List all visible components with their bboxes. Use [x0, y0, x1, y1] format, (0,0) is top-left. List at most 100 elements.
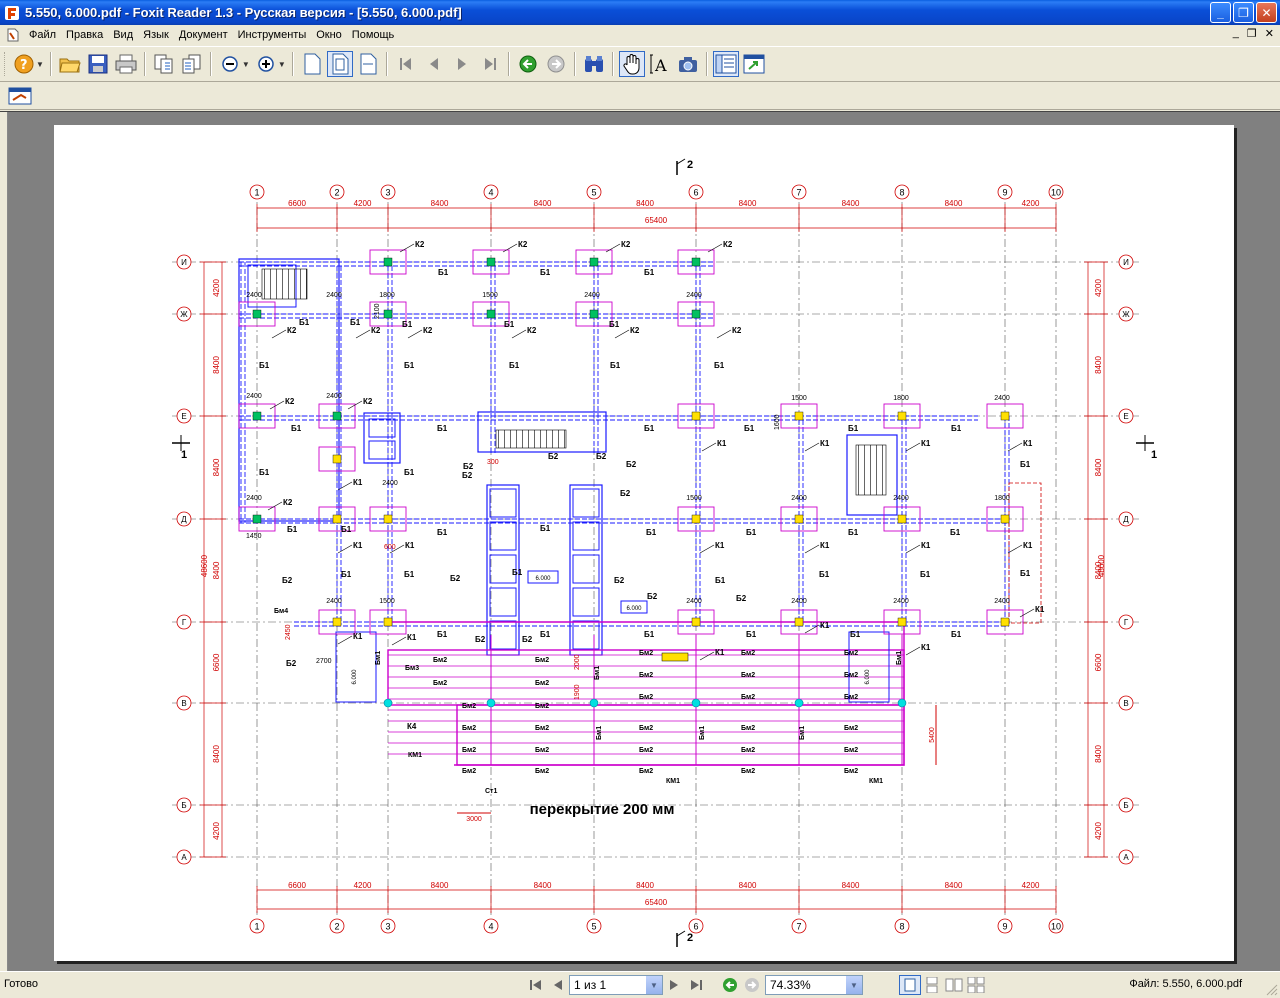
menu-view[interactable]: Вид	[108, 29, 138, 41]
span-dimension: 4200	[354, 881, 372, 890]
leader-line	[716, 329, 732, 339]
row-dimension: 8400	[212, 356, 221, 374]
menu-file[interactable]: Файл	[24, 29, 61, 41]
toolbar-grip[interactable]	[4, 52, 7, 76]
status-forward-button[interactable]	[741, 975, 763, 995]
column-k1	[897, 411, 907, 421]
beam-label-b1: Б1	[644, 630, 655, 639]
open-button[interactable]	[57, 51, 83, 77]
menu-language[interactable]: Язык	[138, 29, 174, 41]
zoom-out-dropdown-icon[interactable]: ▼	[242, 60, 250, 69]
help-dropdown-icon[interactable]: ▼	[36, 60, 44, 69]
panel-splitter[interactable]	[0, 112, 8, 972]
zoom-combo-dropdown-icon[interactable]: ▼	[846, 976, 862, 994]
axis-number: 5	[591, 922, 596, 932]
save-button[interactable]	[85, 51, 111, 77]
beam-label-b1: Б1	[644, 424, 655, 433]
close-button[interactable]: ✕	[1256, 2, 1277, 23]
beam-label-bm2: Бм2	[535, 703, 549, 710]
beam-label-b2: Б2	[475, 635, 486, 644]
first-page-button[interactable]	[393, 51, 419, 77]
zoom-in-dropdown-icon[interactable]: ▼	[278, 60, 286, 69]
snapshot-button[interactable]	[675, 51, 701, 77]
beam-label-b2: Б2	[620, 489, 631, 498]
zoom-in-button[interactable]	[253, 51, 279, 77]
beam-label-bm2: Бм2	[741, 672, 755, 679]
status-last-page-button[interactable]	[685, 975, 707, 995]
column-k2	[383, 309, 393, 319]
bookmarks-panel-button[interactable]	[712, 51, 739, 77]
fit-width-button[interactable]	[355, 51, 381, 77]
column-k2	[383, 257, 393, 267]
resize-grip-icon[interactable]	[1266, 984, 1278, 996]
lift-car	[489, 587, 517, 617]
column-k4	[691, 698, 701, 708]
row-dimension: 4200	[212, 279, 221, 297]
page-number-combo[interactable]: 1 из 1 ▼	[569, 975, 663, 995]
full-screen-button[interactable]	[741, 51, 767, 77]
column-label-k4: К4	[407, 722, 417, 731]
document-icon[interactable]	[6, 28, 20, 42]
beam-label-b1: Б1	[259, 468, 270, 477]
facing-layout-button[interactable]	[943, 975, 965, 995]
zoom-in-icon	[258, 56, 274, 72]
column-label-k2: К2	[415, 240, 425, 249]
lift-car	[489, 521, 517, 551]
menu-help[interactable]: Помощь	[347, 29, 400, 41]
hand-icon	[623, 54, 640, 75]
fit-page-button[interactable]	[326, 51, 353, 77]
last-page-button[interactable]	[477, 51, 503, 77]
doc-close-button[interactable]: ✕	[1265, 27, 1274, 40]
axis-number: 9	[1002, 922, 1007, 932]
minimize-button[interactable]: _	[1210, 2, 1231, 23]
select-text-button[interactable]: A	[647, 51, 673, 77]
fit-page-icon	[332, 53, 349, 75]
status-prev-page-button[interactable]	[547, 975, 569, 995]
print-button[interactable]	[113, 51, 139, 77]
lift-car	[489, 488, 517, 518]
pad-dimension: 1500	[791, 395, 807, 402]
hand-tool-button[interactable]	[618, 51, 645, 77]
zoom-out-button[interactable]	[217, 51, 243, 77]
beam-label-b1: Б1	[950, 528, 961, 537]
menu-window[interactable]: Окно	[311, 29, 347, 41]
previous-page-button[interactable]	[421, 51, 447, 77]
zoom-combo[interactable]: 74.33% ▼	[765, 975, 863, 995]
beam-label-bm2: Бм2	[639, 672, 653, 679]
help-button[interactable]: ?	[11, 51, 37, 77]
back-button[interactable]	[515, 51, 541, 77]
column-k1	[383, 514, 393, 524]
beam-label-b1: Б1	[848, 424, 859, 433]
next-page-button[interactable]	[449, 51, 475, 77]
find-button[interactable]	[581, 51, 607, 77]
paste-button[interactable]	[179, 51, 205, 77]
axis-letter: Б	[181, 801, 186, 810]
menu-edit[interactable]: Правка	[61, 29, 108, 41]
copy-button[interactable]	[151, 51, 177, 77]
status-next-page-button[interactable]	[663, 975, 685, 995]
actual-size-button[interactable]	[299, 51, 325, 77]
single-page-layout-button[interactable]	[899, 975, 921, 995]
total-height-right: 48600	[1097, 554, 1106, 577]
column-k2	[486, 309, 496, 319]
status-first-page-button[interactable]	[525, 975, 547, 995]
maximize-button[interactable]: ❐	[1233, 2, 1254, 23]
continuous-facing-layout-button[interactable]	[965, 975, 987, 995]
column-label-k1: К1	[921, 439, 931, 448]
beam-label-b1: Б1	[341, 525, 352, 534]
page-combo-dropdown-icon[interactable]: ▼	[646, 976, 662, 994]
next-page-icon	[457, 58, 466, 70]
leader-line	[511, 329, 527, 339]
status-back-button[interactable]	[719, 975, 741, 995]
document-viewport[interactable]: 1 2 3 4 5 6 7 8 9 10 1 2 3 4 5 6 7 8 9 10 И Ж Е Д Г В Б А И Ж Е Д Г В Б А 66…	[0, 111, 1280, 972]
forward-button[interactable]	[543, 51, 569, 77]
doc-restore-button[interactable]: ❐	[1247, 27, 1257, 40]
menu-document[interactable]: Документ	[174, 29, 233, 41]
beam-label-b1: Б1	[644, 268, 655, 277]
axis-number: 3	[385, 922, 390, 932]
continuous-layout-button[interactable]	[921, 975, 943, 995]
menu-tools[interactable]: Инструменты	[233, 29, 312, 41]
window-title: 5.550, 6.000.pdf - Foxit Reader 1.3 - Ру…	[25, 5, 462, 20]
doc-minimize-button[interactable]: _	[1233, 27, 1239, 40]
typewriter-button[interactable]	[7, 83, 33, 109]
